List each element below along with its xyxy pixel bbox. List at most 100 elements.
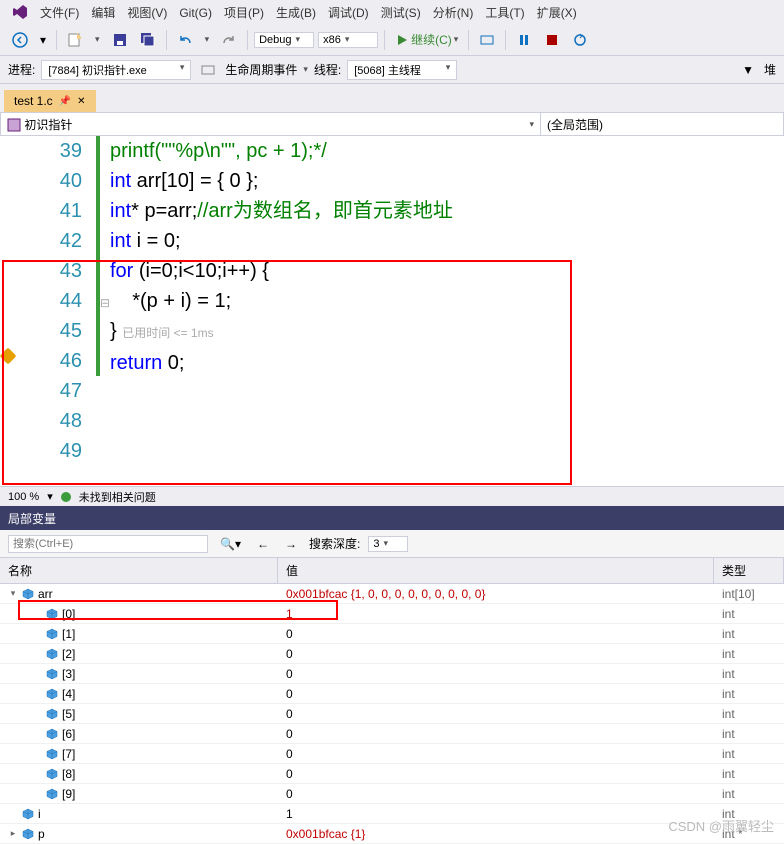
table-row[interactable]: ▸p0x001bfcac {1}int * <box>0 824 784 844</box>
expand-icon[interactable] <box>32 749 42 759</box>
table-row[interactable]: [1]0int <box>0 624 784 644</box>
table-row[interactable]: [8]0int <box>0 764 784 784</box>
new-dropdown[interactable]: ▾ <box>91 32 104 47</box>
menu-item[interactable]: 生成(B) <box>270 4 322 22</box>
next-icon[interactable]: → <box>281 535 301 553</box>
var-name: i <box>38 807 41 821</box>
code-line[interactable]: return 0; <box>110 348 453 378</box>
expand-icon[interactable] <box>32 649 42 659</box>
var-value: 0 <box>278 786 714 802</box>
expand-icon[interactable] <box>32 669 42 679</box>
code-line[interactable]: int i = 0; <box>110 226 453 256</box>
expand-icon[interactable] <box>8 809 18 819</box>
zoom-level[interactable]: 100 % <box>8 491 39 503</box>
code-line[interactable]: printf(""%p\n"", pc + 1);*/ <box>110 136 453 166</box>
code-line[interactable]: for (i=0;i<10;i++) { <box>110 256 453 286</box>
var-type: int <box>714 686 784 702</box>
debug-icon1[interactable] <box>475 30 499 50</box>
fold-icon[interactable]: ⊟ <box>100 296 110 310</box>
undo-icon[interactable] <box>173 30 197 50</box>
expand-icon[interactable] <box>32 609 42 619</box>
col-type[interactable]: 类型 <box>714 558 784 583</box>
code-line[interactable]: int* p=arr;//arr为数组名，即首元素地址 <box>110 196 453 226</box>
redo-icon[interactable] <box>217 30 241 50</box>
search-input[interactable] <box>8 535 208 553</box>
pin-icon[interactable]: 📌 <box>59 96 71 107</box>
stop-icon[interactable] <box>540 30 564 50</box>
menu-item[interactable]: Git(G) <box>173 4 218 22</box>
expand-icon[interactable] <box>32 769 42 779</box>
var-name: [3] <box>62 667 75 681</box>
menu-item[interactable]: 视图(V) <box>121 4 173 22</box>
menu-item[interactable]: 调试(D) <box>322 4 375 22</box>
nav-scope[interactable]: 初识指针 ▾ <box>1 113 541 135</box>
expand-icon[interactable] <box>32 729 42 739</box>
col-val[interactable]: 值 <box>278 558 714 583</box>
col-name[interactable]: 名称 <box>0 558 278 583</box>
table-row[interactable]: [3]0int <box>0 664 784 684</box>
process-label: 进程: <box>8 61 35 78</box>
menu-item[interactable]: 测试(S) <box>375 4 427 22</box>
table-row[interactable]: [7]0int <box>0 744 784 764</box>
depth-combo[interactable]: 3▾ <box>368 536 408 552</box>
expand-icon[interactable] <box>32 629 42 639</box>
menu-item[interactable]: 工具(T) <box>479 4 530 22</box>
lifecycle-label: 生命周期事件 <box>225 61 297 78</box>
prev-icon[interactable]: ← <box>253 535 273 553</box>
nav-function[interactable]: (全局范围) <box>541 113 783 135</box>
table-row[interactable]: i1int <box>0 804 784 824</box>
table-row[interactable]: [5]0int <box>0 704 784 724</box>
tab-bar: test 1.c 📌 ✕ <box>0 84 784 112</box>
continue-button[interactable]: 继续(C)▾ <box>391 29 462 50</box>
restart-icon[interactable] <box>568 30 592 50</box>
code-line[interactable]: *(p + i) = 1; <box>110 286 453 316</box>
code-line[interactable]: } 已用时间 <= 1ms <box>110 316 453 348</box>
table-row[interactable]: [2]0int <box>0 644 784 664</box>
new-icon[interactable] <box>63 30 87 50</box>
search-icon[interactable]: 🔍▾ <box>216 535 245 553</box>
var-name: p <box>38 827 45 841</box>
close-icon[interactable]: ✕ <box>77 96 85 107</box>
table-row[interactable]: [9]0int <box>0 784 784 804</box>
table-row[interactable]: [0]1int <box>0 604 784 624</box>
menu-item[interactable]: 扩展(X) <box>531 4 583 22</box>
var-type: int[10] <box>714 586 784 602</box>
process-combo[interactable]: [7884] 初识指针.exe▾ <box>41 60 191 80</box>
variable-icon <box>46 628 58 640</box>
platform-combo[interactable]: x86▾ <box>318 32 378 48</box>
code-line[interactable]: int arr[10] = { 0 }; <box>110 166 453 196</box>
pause-icon[interactable] <box>512 30 536 50</box>
line-number: 46 <box>0 346 82 376</box>
process-bar: 进程: [7884] 初识指针.exe▾ 生命周期事件 ▾ 线程: [5068]… <box>0 56 784 84</box>
thread-combo[interactable]: [5068] 主线程▾ <box>347 60 457 80</box>
back-button[interactable] <box>8 30 32 50</box>
expand-icon[interactable] <box>32 689 42 699</box>
code-editor[interactable]: 3940414243444546474849 ⊟ printf(""%p\n""… <box>0 136 784 486</box>
save-all-icon[interactable] <box>136 30 160 50</box>
var-name: [7] <box>62 747 75 761</box>
table-row[interactable]: ▾arr0x001bfcac {1, 0, 0, 0, 0, 0, 0, 0, … <box>0 584 784 604</box>
table-row[interactable]: [6]0int <box>0 724 784 744</box>
menu-item[interactable]: 分析(N) <box>427 4 480 22</box>
filter-icon[interactable]: ▼ <box>738 61 758 79</box>
status-message: 未找到相关问题 <box>79 489 156 505</box>
file-tab[interactable]: test 1.c 📌 ✕ <box>4 90 96 112</box>
var-type: int <box>714 626 784 642</box>
expand-icon[interactable]: ▸ <box>8 828 18 839</box>
forward-button[interactable]: ▾ <box>36 31 50 49</box>
var-value: 1 <box>278 806 714 822</box>
menu-item[interactable]: 项目(P) <box>218 4 270 22</box>
expand-icon[interactable] <box>32 709 42 719</box>
menu-item[interactable]: 编辑 <box>85 4 121 22</box>
expand-icon[interactable] <box>32 789 42 799</box>
var-value: 0 <box>278 646 714 662</box>
var-name: [0] <box>62 607 75 621</box>
config-combo[interactable]: Debug▾ <box>254 32 314 48</box>
expand-icon[interactable]: ▾ <box>8 588 18 599</box>
table-row[interactable]: [4]0int <box>0 684 784 704</box>
line-number: 45 <box>0 316 82 346</box>
menu-item[interactable]: 文件(F) <box>34 4 85 22</box>
lifecycle-icon[interactable] <box>197 61 219 79</box>
save-icon[interactable] <box>108 30 132 50</box>
variable-icon <box>46 688 58 700</box>
